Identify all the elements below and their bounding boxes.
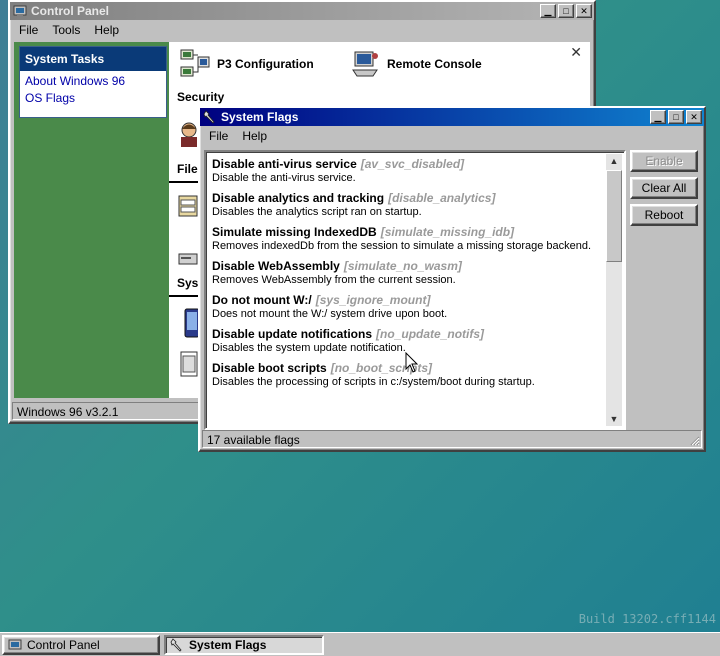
flag-name: Disable update notifications (212, 327, 373, 341)
flag-description: Removes indexedDb from the session to si… (212, 240, 592, 252)
minimize-button[interactable]: ▁ (650, 110, 666, 124)
close-icon: ✕ (580, 5, 588, 16)
clear-all-button[interactable]: Clear All (630, 177, 698, 199)
menu-tools[interactable]: Tools (45, 21, 87, 39)
menu-file[interactable]: File (202, 127, 235, 145)
taskbar: Control Panel System Flags (0, 632, 720, 656)
taskbar-system-flags[interactable]: System Flags (164, 635, 324, 655)
menu-help[interactable]: Help (87, 21, 126, 39)
flag-key: [simulate_no_wasm] (343, 259, 462, 273)
wrench-icon (170, 638, 182, 652)
flag-key: [disable_analytics] (388, 191, 496, 205)
flag-name: Disable boot scripts (212, 361, 327, 375)
flag-item[interactable]: Disable anti-virus service [av_svc_disabl… (212, 157, 602, 185)
flag-item[interactable]: Disable WebAssembly [simulate_no_wasm] Re… (212, 259, 602, 287)
control-panel-icon (8, 639, 22, 650)
flag-description: Disables the analytics script ran on sta… (212, 206, 422, 218)
flags-listbox[interactable]: Disable anti-virus service [av_svc_disabl… (204, 150, 626, 430)
system-flags-titlebar[interactable]: System Flags ▁ □ ✕ (200, 108, 704, 126)
scroll-up-button[interactable]: ▲ (606, 154, 622, 168)
remote-console-item[interactable]: Remote Console (349, 48, 482, 80)
flag-name: Do not mount W:/ (212, 293, 312, 307)
enable-button[interactable]: Enable (630, 150, 698, 172)
section-file: File (177, 162, 198, 176)
scroll-down-button[interactable]: ▼ (606, 412, 622, 426)
system-tasks-header: System Tasks (20, 47, 166, 71)
wrench-icon (203, 110, 217, 124)
remote-computer-icon (352, 51, 378, 77)
control-panel-title: Control Panel (31, 4, 110, 18)
maximize-button[interactable]: □ (558, 4, 574, 18)
close-button[interactable]: ✕ (686, 110, 702, 124)
remote-console-label: Remote Console (387, 57, 482, 71)
close-button[interactable]: ✕ (576, 4, 592, 18)
menu-file[interactable]: File (12, 21, 45, 39)
maximize-icon: □ (673, 112, 679, 122)
taskbar-control-panel[interactable]: Control Panel (2, 635, 160, 655)
flag-description: Disable the anti-virus service. (212, 172, 356, 184)
flag-name: Disable WebAssembly (212, 259, 340, 273)
flags-list: Disable anti-virus service [av_svc_disabl… (208, 154, 606, 426)
scroll-thumb[interactable] (606, 170, 622, 262)
flag-name: Simulate missing IndexedDB (212, 225, 377, 239)
flag-item[interactable]: Do not mount W:/[sys_ignore_mount] Does … (212, 293, 602, 321)
flag-item[interactable]: Simulate missing IndexedDB [simulate_miss… (212, 225, 602, 253)
system-flags-title: System Flags (221, 110, 299, 124)
p3-configuration-label: P3 Configuration (217, 57, 314, 71)
minimize-icon: ▁ (544, 5, 552, 16)
flag-item[interactable]: Disable analytics and tracking [disable_a… (212, 191, 602, 219)
flag-name: Disable anti-virus service (212, 157, 357, 171)
pane-close-icon[interactable]: ✕ (570, 44, 582, 61)
flags-scrollbar[interactable]: ▲ ▼ (606, 154, 622, 426)
task-os-flags[interactable]: OS Flags (20, 88, 166, 105)
taskbar-system-flags-label: System Flags (189, 638, 267, 652)
flag-item[interactable]: Disable update notifications [no_update_n… (212, 327, 602, 355)
maximize-button[interactable]: □ (668, 110, 684, 124)
minimize-icon: ▁ (654, 111, 662, 122)
flag-key: [sys_ignore_mount] (315, 293, 431, 307)
network-computers-icon (180, 49, 210, 77)
minimize-button[interactable]: ▁ (540, 4, 556, 18)
flag-name: Disable analytics and tracking (212, 191, 385, 205)
flag-key: [simulate_missing_idb] (380, 225, 515, 239)
system-tasks-panel: System Tasks About Windows 96 OS Flags (19, 46, 167, 118)
flag-key: [no_update_notifs] (376, 327, 485, 341)
system-flags-menubar: File Help (200, 126, 704, 146)
menu-help[interactable]: Help (235, 127, 274, 145)
task-about-windows[interactable]: About Windows 96 (20, 71, 166, 88)
system-flags-statusbar: 17 available flags (202, 430, 702, 448)
control-panel-menubar: File Tools Help (10, 20, 594, 40)
maximize-icon: □ (563, 6, 569, 16)
p3-configuration-item[interactable]: P3 Configuration (179, 48, 314, 80)
mouse-cursor-icon (405, 352, 419, 373)
reboot-button[interactable]: Reboot (630, 204, 698, 226)
close-icon: ✕ (690, 111, 698, 122)
build-watermark: Build 13202.cff1144 (578, 612, 716, 626)
flag-description: Disables the processing of scripts in c:… (212, 376, 535, 388)
flag-description: Removes WebAssembly from the current ses… (212, 274, 456, 286)
chevron-up-icon: ▲ (609, 156, 619, 166)
flag-description: Does not mount the W:/ system drive upon… (212, 308, 448, 320)
system-flags-window: System Flags ▁ □ ✕ File Help Disable ant… (198, 106, 706, 452)
chevron-down-icon: ▼ (609, 414, 619, 424)
resize-grip-icon[interactable] (688, 434, 700, 446)
taskbar-control-panel-label: Control Panel (27, 638, 100, 652)
flag-key: [av_svc_disabled] (360, 157, 465, 171)
control-panel-icon (13, 4, 27, 18)
section-security: Security (177, 90, 225, 104)
control-panel-titlebar[interactable]: Control Panel ▁ □ ✕ (10, 2, 594, 20)
